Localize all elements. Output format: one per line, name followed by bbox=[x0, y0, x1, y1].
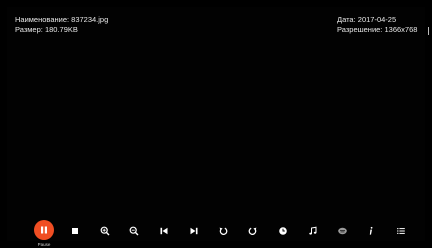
list-icon bbox=[397, 228, 405, 234]
info-button[interactable] bbox=[362, 222, 380, 240]
file-date-text: Дата: 2017-04-25 bbox=[337, 15, 397, 24]
zoom-out-button[interactable] bbox=[125, 222, 143, 240]
slideshow-timer-button[interactable] bbox=[274, 222, 292, 240]
zoom-out-icon bbox=[129, 226, 139, 236]
playback-toolbar: Pause bbox=[0, 218, 432, 248]
zoom-in-icon bbox=[100, 226, 110, 236]
stop-icon bbox=[72, 228, 78, 234]
file-meta-panel: Дата: 2017-04-25 Разрешение: 1366x768 bbox=[337, 15, 417, 34]
pause-button[interactable] bbox=[34, 220, 54, 240]
pause-icon bbox=[41, 226, 47, 234]
file-info-panel: Наименование: 837234.jpg Размер: 180.79K… bbox=[15, 15, 108, 34]
pause-label: Pause bbox=[37, 242, 51, 247]
previous-button[interactable] bbox=[155, 222, 173, 240]
image-viewport bbox=[7, 7, 425, 241]
text-cursor bbox=[428, 27, 429, 35]
clock-icon bbox=[279, 227, 287, 235]
next-icon bbox=[190, 227, 198, 235]
subtitle-icon bbox=[337, 227, 347, 235]
rotate-right-icon bbox=[248, 227, 257, 235]
file-size-text: Размер: 180.79KB bbox=[15, 24, 78, 34]
info-icon bbox=[369, 226, 373, 235]
playlist-button[interactable] bbox=[392, 222, 410, 240]
file-name-text: Наименование: 837234.jpg bbox=[15, 15, 109, 24]
music-button[interactable] bbox=[304, 222, 322, 240]
rotate-left-icon bbox=[219, 227, 228, 235]
rotate-left-button[interactable] bbox=[214, 222, 232, 240]
rotate-right-button[interactable] bbox=[244, 222, 262, 240]
music-note-icon bbox=[309, 226, 317, 235]
subtitle-button[interactable] bbox=[333, 222, 351, 240]
file-resolution-text: Разрешение: 1366x768 bbox=[337, 24, 418, 34]
stop-button[interactable] bbox=[66, 222, 84, 240]
next-button[interactable] bbox=[185, 222, 203, 240]
zoom-in-button[interactable] bbox=[96, 222, 114, 240]
previous-icon bbox=[160, 227, 168, 235]
